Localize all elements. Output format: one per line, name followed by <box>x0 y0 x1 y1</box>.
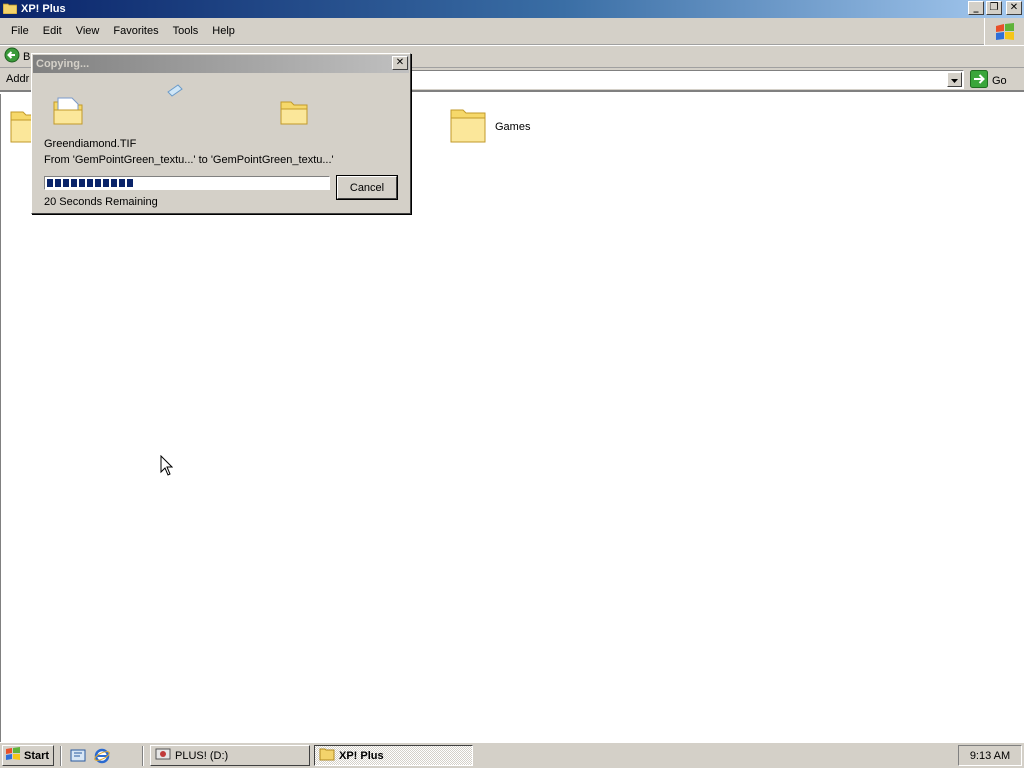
copy-from-to: From 'GemPointGreen_textu...' to 'GemPoi… <box>44 154 334 166</box>
system-tray: 9:13 AM <box>958 745 1022 766</box>
folder-icon <box>2 2 18 17</box>
clock[interactable]: 9:13 AM <box>970 750 1010 762</box>
restore-button[interactable]: ❐ <box>986 1 1002 15</box>
back-label: B <box>23 50 31 63</box>
menu-help[interactable]: Help <box>205 25 242 37</box>
internet-explorer-icon[interactable] <box>94 748 110 767</box>
menu-favorites[interactable]: Favorites <box>106 25 165 37</box>
close-icon: ✕ <box>1009 2 1019 13</box>
start-button[interactable]: Start <box>2 745 54 766</box>
folder-item-games[interactable]: Games <box>449 106 530 147</box>
progress-fill <box>47 179 134 187</box>
copy-dialog: Copying... ✕ Greendiamond.TIF From 'GemP… <box>31 53 411 214</box>
dialog-close-button[interactable]: ✕ <box>392 56 408 70</box>
close-button[interactable]: ✕ <box>1006 1 1022 15</box>
menu-file[interactable]: File <box>4 25 36 37</box>
menu-edit[interactable]: Edit <box>36 25 69 37</box>
drive-icon <box>155 746 171 765</box>
chevron-down-icon <box>951 73 958 86</box>
back-arrow-icon <box>4 47 20 66</box>
taskbar: Start PLUS! (D:) XP! Plus 9:13 AM <box>0 742 1024 768</box>
start-label: Start <box>24 749 50 762</box>
window-titlebar[interactable]: XP! Plus _ ❐ ✕ <box>0 0 1024 18</box>
taskbar-button-plus-drive[interactable]: PLUS! (D:) <box>150 745 310 766</box>
windows-logo-icon <box>984 18 1024 45</box>
folder-icon <box>449 106 487 147</box>
menu-view[interactable]: View <box>69 25 107 37</box>
mouse-cursor-icon <box>160 454 174 479</box>
go-button[interactable]: Go <box>970 70 1007 91</box>
folder-icon <box>319 747 335 764</box>
desktop-icon[interactable] <box>70 748 86 767</box>
copy-filename: Greendiamond.TIF <box>44 138 137 150</box>
cancel-button[interactable]: Cancel <box>336 175 398 200</box>
go-label: Go <box>992 74 1007 87</box>
copy-progress-bar <box>44 176 330 190</box>
minimize-icon: _ <box>973 2 979 13</box>
restore-icon: ❐ <box>989 2 999 13</box>
address-dropdown-button[interactable] <box>947 72 962 87</box>
folder-label: Games <box>495 120 531 133</box>
taskbar-divider <box>142 746 144 766</box>
minimize-button[interactable]: _ <box>968 1 984 15</box>
taskbar-button-xp-plus[interactable]: XP! Plus <box>314 745 473 766</box>
menu-tools[interactable]: Tools <box>166 25 206 37</box>
flying-document-icon <box>166 84 184 101</box>
source-folder-icon <box>52 94 84 129</box>
menu-bar: File Edit View Favorites Tools Help <box>0 18 1024 45</box>
back-button[interactable]: B <box>4 47 30 66</box>
dialog-title[interactable]: Copying... <box>33 55 409 73</box>
close-icon: ✕ <box>395 57 405 68</box>
task-label: XP! Plus <box>339 749 384 762</box>
windows-logo-icon <box>5 747 21 764</box>
address-label: Addr <box>6 73 30 85</box>
task-label: PLUS! (D:) <box>175 749 229 762</box>
taskbar-divider <box>60 746 62 766</box>
destination-folder-icon <box>279 98 309 129</box>
window-title: XP! Plus <box>21 3 66 15</box>
go-arrow-icon <box>970 70 988 91</box>
time-remaining: 20 Seconds Remaining <box>44 196 158 208</box>
